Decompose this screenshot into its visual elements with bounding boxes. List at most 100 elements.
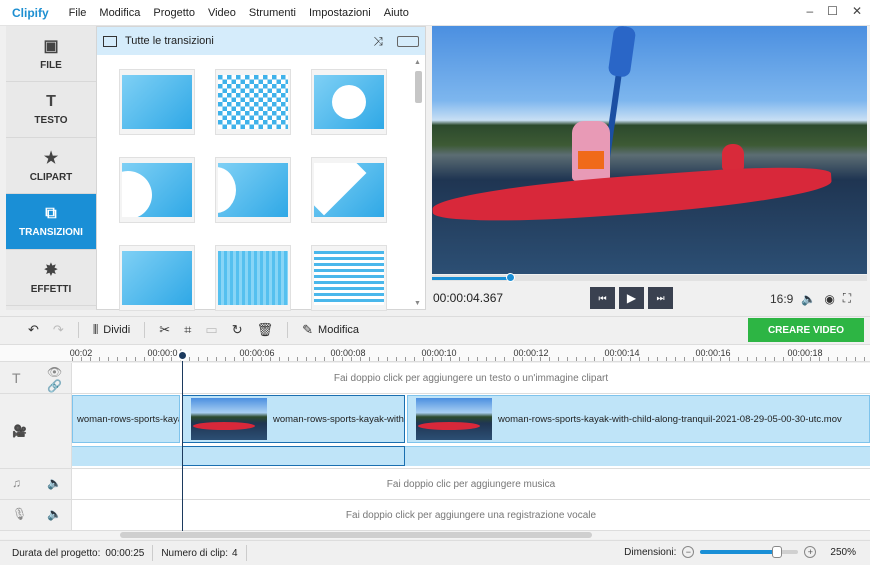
cut-icon[interactable]: ✂ (159, 322, 170, 338)
text-track-hint[interactable]: Fai doppio click per aggiungere un testo… (72, 363, 870, 393)
sidebar-item-effetti[interactable]: ✸ EFFETTI (6, 250, 96, 306)
volume-icon[interactable]: 🔈 (801, 292, 816, 306)
minimize-icon[interactable]: – (806, 4, 813, 18)
zoom-in-icon[interactable]: + (804, 546, 817, 558)
scrollbar-thumb[interactable] (415, 71, 422, 103)
aspect-ratio-selector[interactable]: 16:9 (770, 292, 793, 306)
music-track-header: ♫ 🔈 (0, 469, 72, 499)
transition-tile[interactable] (119, 157, 195, 223)
transition-tile[interactable] (215, 69, 291, 135)
transition-tile[interactable] (215, 157, 291, 223)
clip-count-label: Numero di clip: (161, 547, 229, 559)
transition-thumbnail (314, 251, 384, 305)
zoom-slider-handle[interactable] (771, 546, 782, 558)
transition-tile[interactable] (311, 69, 387, 135)
transition-tile[interactable] (311, 245, 387, 311)
video-track-body[interactable]: woman-rows-sports-kayak-with-child-along… (72, 394, 870, 468)
scroll-up-icon[interactable]: ▲ (414, 59, 421, 66)
menu-impostazioni[interactable]: Impostazioni (309, 7, 371, 19)
timeline-playhead[interactable] (177, 350, 188, 532)
undo-icon[interactable]: ↶ (28, 322, 39, 338)
seek-bar[interactable] (432, 273, 867, 282)
video-clip-selected[interactable]: woman-rows-sports-kayak-with-child-along… (182, 395, 405, 443)
video-preview[interactable] (432, 26, 867, 274)
shuffle-icon[interactable]: ⤨ (373, 34, 383, 49)
transition-thumbnail (122, 163, 192, 217)
menu-strumenti[interactable]: Strumenti (249, 7, 296, 19)
apply-all-icon[interactable] (397, 35, 419, 47)
timecode: 00:00:04.367 (433, 291, 504, 305)
ruler-tick: 00:00:08 (330, 348, 366, 358)
voice-track-hint[interactable]: Fai doppio click per aggiungere una regi… (72, 500, 870, 530)
timeline-ruler[interactable]: 00:02 00:00:04 00:00:06 00:00:08 00:00:1… (0, 344, 870, 362)
sidebar-item-label: TESTO (34, 115, 68, 126)
sidebar-item-transizioni[interactable]: ⧉ TRANSIZIONI (6, 194, 103, 250)
transition-thumbnail (122, 75, 192, 129)
edit-toolbar: ↶ ↷ ⫴ Dividi ✂ ⌗ ▭ ↻ 🗑 ✎ Modifica CREARE… (0, 316, 870, 343)
crop-icon[interactable]: ⌗ (184, 322, 191, 338)
stabilize-icon[interactable]: ▭ (205, 322, 217, 338)
zoom-out-icon[interactable]: − (682, 546, 695, 558)
maximize-icon[interactable]: ☐ (827, 4, 838, 18)
scroll-down-icon[interactable]: ▼ (414, 300, 421, 307)
clip-audio-selected[interactable] (182, 446, 405, 466)
video-clip[interactable]: woman-rows-sports-kayak-with-child-along… (407, 395, 870, 443)
menu-progetto[interactable]: Progetto (153, 7, 195, 19)
zoom-slider[interactable] (700, 546, 799, 558)
timeline-scrollbar[interactable] (0, 531, 870, 539)
clip-count-value: 4 (232, 547, 238, 559)
eye-icon[interactable]: 👁 (47, 365, 62, 379)
video-clip[interactable]: woman-rows-sports-kayak-with-child-along… (72, 395, 180, 443)
snapshot-icon[interactable]: ◉ (824, 292, 834, 306)
voice-track-header: 🎙 🔈 (0, 500, 72, 530)
speaker-icon[interactable]: 🔈 (47, 507, 62, 521)
transition-thumbnail (218, 163, 288, 217)
menu-aiuto[interactable]: Aiuto (384, 7, 409, 19)
transitions-icon: ⧉ (45, 205, 57, 222)
video-camera-icon: 🎥 (12, 424, 27, 438)
ruler-tick: 00:00:06 (239, 348, 275, 358)
edit-button[interactable]: Modifica (318, 324, 359, 336)
edit-icon[interactable]: ✎ (302, 322, 313, 338)
play-button[interactable]: ▶ (619, 287, 644, 309)
transition-tile[interactable] (119, 69, 195, 135)
zoom-value: 250% (830, 546, 856, 558)
transition-thumbnail (314, 163, 384, 217)
toolbar-divider (77, 322, 79, 338)
transition-thumbnail (314, 75, 384, 129)
text-track-header: T 👁 🔗 (0, 363, 72, 393)
skip-back-icon: ⏮ (598, 292, 607, 303)
music-note-icon: ♫ (12, 476, 21, 490)
menu-video[interactable]: Video (208, 7, 236, 19)
seek-handle[interactable] (506, 273, 516, 282)
transition-thumbnail (218, 251, 288, 305)
transition-tile[interactable] (119, 245, 195, 311)
menu-file[interactable]: File (69, 7, 87, 19)
transition-tile[interactable] (215, 245, 291, 311)
music-track-hint[interactable]: Fai doppio clic per aggiungere musica (72, 469, 870, 499)
sidebar-item-file[interactable]: ▣ FILE (6, 26, 96, 82)
scrollbar-thumb[interactable] (120, 532, 592, 538)
transition-tile[interactable] (311, 157, 387, 223)
menu-modifica[interactable]: Modifica (99, 7, 140, 19)
split-button[interactable]: Dividi (103, 324, 130, 336)
rotate-icon[interactable]: ↻ (232, 322, 243, 338)
transitions-scrollbar[interactable]: ▲ ▼ (414, 57, 423, 307)
transition-thumbnail (218, 75, 288, 129)
next-button[interactable]: ⏭ (648, 287, 673, 309)
sidebar-item-testo[interactable]: T TESTO (6, 82, 96, 138)
text-icon: T (46, 93, 56, 110)
speaker-icon[interactable]: 🔈 (47, 476, 62, 490)
create-video-button[interactable]: CREARE VIDEO (748, 318, 864, 342)
fullscreen-icon[interactable]: ⛶ (843, 291, 851, 306)
transitions-grid (119, 69, 387, 311)
previous-button[interactable]: ⏮ (590, 287, 615, 309)
link-icon[interactable]: 🔗 (47, 379, 62, 393)
redo-icon[interactable]: ↷ (53, 322, 64, 338)
transitions-category[interactable]: Tutte le transizioni (125, 35, 214, 47)
close-icon[interactable]: ✕ (852, 4, 862, 18)
sidebar-item-clipart[interactable]: ★ CLIPART (6, 138, 96, 194)
magic-wand-icon: ✸ (44, 262, 58, 279)
delete-icon[interactable]: 🗑 (257, 322, 274, 338)
split-icon[interactable]: ⫴ (93, 322, 98, 338)
